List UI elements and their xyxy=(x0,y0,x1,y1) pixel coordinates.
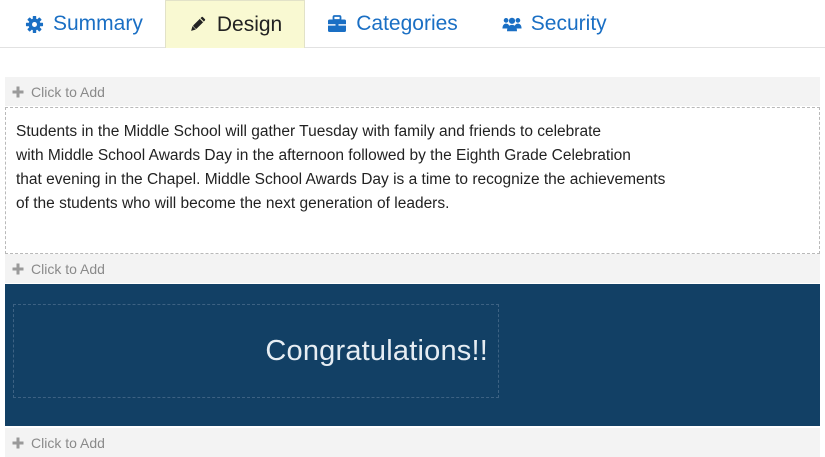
design-editor-page: Summary Design Categories Security Click… xyxy=(0,0,825,457)
tab-design[interactable]: Design xyxy=(164,0,306,48)
click-to-add-label: Click to Add xyxy=(31,83,105,100)
click-to-add-bar[interactable]: Click to Add xyxy=(5,428,820,457)
briefcase-icon xyxy=(327,14,347,34)
paragraph-line: Students in the Middle School will gathe… xyxy=(16,123,602,140)
tab-design-label: Design xyxy=(216,12,283,36)
click-to-add-bar[interactable]: Click to Add xyxy=(5,77,820,106)
plus-icon xyxy=(11,262,25,276)
text-content-block[interactable]: Students in the Middle School will gathe… xyxy=(5,107,820,254)
gear-icon xyxy=(24,14,44,34)
users-icon xyxy=(502,14,522,34)
tab-summary-label: Summary xyxy=(53,12,143,35)
click-to-add-bar[interactable]: Click to Add xyxy=(5,254,820,283)
pencil-icon xyxy=(188,15,208,35)
paragraph-line: with Middle School Awards Day in the aft… xyxy=(16,147,631,164)
paragraph-line: of the students who will become the next… xyxy=(16,195,450,212)
plus-icon xyxy=(11,85,25,99)
banner-block[interactable]: Congratulations!! xyxy=(5,284,820,426)
tab-summary[interactable]: Summary xyxy=(0,0,165,48)
banner-text-region[interactable]: Congratulations!! xyxy=(13,304,499,398)
tab-bar: Summary Design Categories Security xyxy=(0,0,825,48)
tab-security-label: Security xyxy=(530,12,607,35)
tab-categories-label: Categories xyxy=(356,12,458,35)
plus-icon xyxy=(11,436,25,450)
banner-title: Congratulations!! xyxy=(265,334,488,367)
tab-categories[interactable]: Categories xyxy=(305,0,480,48)
tab-security[interactable]: Security xyxy=(480,0,629,48)
click-to-add-label: Click to Add xyxy=(31,260,105,277)
paragraph-line: that evening in the Chapel. Middle Schoo… xyxy=(16,171,666,188)
click-to-add-label: Click to Add xyxy=(31,434,105,451)
